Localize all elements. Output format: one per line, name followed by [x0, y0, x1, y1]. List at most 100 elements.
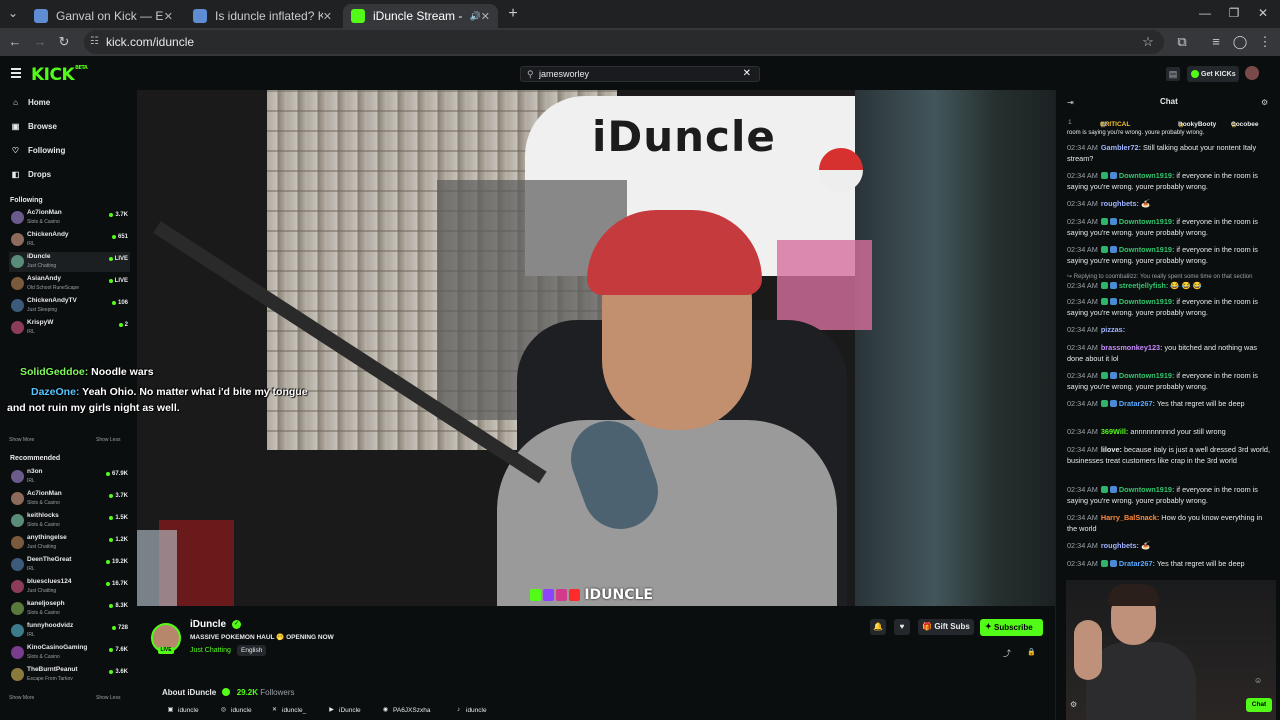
- message-username[interactable]: Downtown1919:: [1119, 245, 1175, 254]
- search-input[interactable]: ⚲ jamesworley ✕: [520, 66, 760, 82]
- message-username[interactable]: lilove:: [1101, 445, 1122, 454]
- message-username[interactable]: Downtown1919:: [1119, 371, 1175, 380]
- chat-message[interactable]: 02:34 AM Harry_BalSnack: How do you know …: [1067, 512, 1272, 534]
- chat-message[interactable]: 02:34 AM streetjellyfish: 😂 😂 😂: [1067, 280, 1272, 291]
- lock-icon[interactable]: 🔒: [1027, 648, 1036, 656]
- sidebar-channel-item[interactable]: TheBurntPeanut Escape From Tarkov 3.6K: [9, 665, 130, 685]
- chat-message[interactable]: 02:34 AM 369Will: annnnnnnnnd your still …: [1067, 426, 1272, 437]
- message-username[interactable]: roughbets:: [1101, 199, 1139, 208]
- media-icon[interactable]: ≡: [1208, 34, 1224, 50]
- message-username[interactable]: Gambler72:: [1101, 143, 1141, 152]
- chat-message[interactable]: 02:34 AM Downtown1919: if everyone in the…: [1067, 216, 1272, 238]
- back-icon[interactable]: ←: [7, 34, 23, 50]
- sidebar-channel-item[interactable]: KinoCasinoGaming Slots & Casino 7.6K: [9, 643, 130, 663]
- chat-message[interactable]: 02:34 AM Dratar267: Yes that regret will …: [1067, 398, 1272, 409]
- sidebar-channel-item[interactable]: AsianAndy Old School RuneScape LIVE: [9, 274, 130, 294]
- social-link-youtube[interactable]: ▶ iDuncle: [328, 707, 361, 714]
- browser-tab-2[interactable]: Is iduncle inflated? Kick engage ✕: [185, 4, 340, 28]
- message-username[interactable]: Downtown1919:: [1119, 171, 1175, 180]
- share-icon[interactable]: ⤴: [1003, 648, 1011, 659]
- show-more-link[interactable]: Show More: [9, 437, 34, 443]
- social-link-kick[interactable]: ▣ iduncle: [167, 707, 199, 714]
- sidebar-item-browse[interactable]: ▣ Browse: [11, 118, 57, 134]
- browser-tab-3[interactable]: iDuncle Stream - Watch Live 🔊 ✕: [343, 4, 498, 28]
- close-icon[interactable]: ✕: [481, 10, 490, 23]
- sidebar-channel-item[interactable]: bluesclues124 Just Chatting 16.7K: [9, 577, 130, 597]
- show-more-link[interactable]: Show More: [9, 695, 34, 701]
- show-less-link[interactable]: Show Less: [96, 437, 120, 443]
- message-username[interactable]: Dratar267:: [1119, 399, 1155, 408]
- sidebar-item-home[interactable]: ⌂ Home: [11, 94, 50, 110]
- message-username[interactable]: streetjellyfish:: [1119, 281, 1168, 290]
- browser-tab-1[interactable]: Ganval on Kick — Engagement ✕: [26, 4, 181, 28]
- extensions-icon[interactable]: ⧉: [1174, 34, 1190, 50]
- kick-logo[interactable]: KICKBETA: [31, 65, 88, 85]
- message-username[interactable]: Harry_BalSnack:: [1101, 513, 1159, 522]
- chat-message[interactable]: 02:34 AM Downtown1919: if everyone in the…: [1067, 170, 1272, 192]
- sidebar-channel-item[interactable]: anythingelse Just Chatting 1.2K: [9, 533, 130, 553]
- emoji-icon[interactable]: ☺: [1254, 676, 1262, 685]
- notification-bell-icon[interactable]: 🔔: [870, 619, 886, 635]
- chat-message[interactable]: 02:34 AM Gambler72: Still talking about y…: [1067, 142, 1272, 164]
- chat-message[interactable]: 02:34 AM Dratar267: Yes that regret will …: [1067, 558, 1272, 569]
- tab-search-icon[interactable]: ⌄: [6, 6, 20, 20]
- get-kicks-button[interactable]: Get KICKs: [1187, 66, 1239, 82]
- close-icon[interactable]: ✕: [164, 10, 173, 23]
- chat-message[interactable]: 02:34 AM pizzas:: [1067, 324, 1272, 335]
- message-username[interactable]: roughbets:: [1101, 541, 1139, 550]
- message-username[interactable]: Dratar267:: [1119, 559, 1155, 568]
- message-username[interactable]: pizzas:: [1101, 325, 1125, 334]
- layout-toggle-icon[interactable]: ▤: [1166, 67, 1180, 81]
- bookmark-star-icon[interactable]: ☆: [1140, 34, 1156, 50]
- message-username[interactable]: Downtown1919:: [1119, 485, 1175, 494]
- social-link-x[interactable]: ✕ iduncle_: [271, 707, 306, 714]
- chat-message[interactable]: 02:34 AM Downtown1919: if everyone in the…: [1067, 370, 1272, 392]
- maximize-icon[interactable]: ❐: [1227, 6, 1241, 20]
- chat-message[interactable]: 02:34 AM roughbets: 🍝: [1067, 198, 1272, 209]
- forward-icon[interactable]: →: [32, 34, 48, 50]
- sidebar-channel-item[interactable]: Ac7ionMan Slots & Casino 3.7K: [9, 489, 130, 509]
- sidebar-channel-item[interactable]: funnyhoodvidz IRL 728: [9, 621, 130, 641]
- window-close-icon[interactable]: ✕: [1256, 6, 1270, 20]
- chat-message[interactable]: 02:34 AM Downtown1919: if everyone in the…: [1067, 244, 1272, 266]
- social-link-tiktok[interactable]: ♪ iduncle: [455, 707, 487, 714]
- sidebar-channel-item[interactable]: iDuncle Just Chatting LIVE: [9, 252, 130, 272]
- chat-input-settings-icon[interactable]: ⚙: [1070, 700, 1077, 709]
- hamburger-menu-icon[interactable]: [11, 68, 21, 78]
- chat-message[interactable]: 02:34 AM Downtown1919: if everyone in the…: [1067, 484, 1272, 506]
- chat-message[interactable]: 02:34 AM lilove: because italy is just a …: [1067, 444, 1272, 466]
- menu-dots-icon[interactable]: ⋮: [1257, 34, 1273, 50]
- sidebar-channel-item[interactable]: kaneljoseph Slots & Casino 8.3K: [9, 599, 130, 619]
- message-username[interactable]: 369Will:: [1101, 427, 1129, 436]
- profile-icon[interactable]: ◯: [1232, 34, 1248, 50]
- address-bar[interactable]: ☷ kick.com/iduncle: [84, 30, 1164, 54]
- social-link-discord[interactable]: ◉ PA6JXSzxha: [382, 707, 431, 714]
- collapse-chat-icon[interactable]: ⇥: [1067, 98, 1074, 107]
- stream-category[interactable]: Just Chatting: [190, 647, 231, 654]
- message-username[interactable]: brassmonkey123:: [1101, 343, 1163, 352]
- clear-search-icon[interactable]: ✕: [743, 68, 751, 79]
- sidebar-item-following[interactable]: ♡ Following: [11, 142, 65, 158]
- gift-subs-button[interactable]: 🎁 Gift Subs: [918, 619, 974, 635]
- sidebar-channel-item[interactable]: ChickenAndyTV Just Sleeping 106: [9, 296, 130, 316]
- subscribe-button[interactable]: ✦ Subscribe: [980, 619, 1043, 636]
- chat-send-button[interactable]: Chat: [1246, 698, 1272, 712]
- chat-message[interactable]: 02:34 AM brassmonkey123: you bitched and …: [1067, 342, 1272, 364]
- sidebar-channel-item[interactable]: n3on IRL 67.9K: [9, 467, 130, 487]
- sidebar-channel-item[interactable]: KrispyW IRL 2: [9, 318, 130, 338]
- message-username[interactable]: Downtown1919:: [1119, 217, 1175, 226]
- message-username[interactable]: Downtown1919:: [1119, 297, 1175, 306]
- follow-heart-icon[interactable]: ♥: [894, 619, 910, 635]
- chat-message[interactable]: 02:34 AM Downtown1919: if everyone in the…: [1067, 296, 1272, 318]
- sidebar-channel-item[interactable]: DeenTheGreat IRL 19.2K: [9, 555, 130, 575]
- chat-message[interactable]: 02:34 AM roughbets: 🍝: [1067, 540, 1272, 551]
- user-avatar[interactable]: [1245, 66, 1259, 80]
- site-info-icon[interactable]: ☷: [90, 36, 102, 48]
- close-icon[interactable]: ✕: [323, 10, 332, 23]
- sidebar-channel-item[interactable]: keithlocks Slots & Casino 1.5K: [9, 511, 130, 531]
- reload-icon[interactable]: ↻: [56, 34, 72, 50]
- show-less-link[interactable]: Show Less: [96, 695, 120, 701]
- streamer-name[interactable]: iDuncle: [190, 619, 226, 630]
- sidebar-channel-item[interactable]: ChickenAndy IRL 651: [9, 230, 130, 250]
- sidebar-item-drops[interactable]: ◧ Drops: [11, 166, 51, 182]
